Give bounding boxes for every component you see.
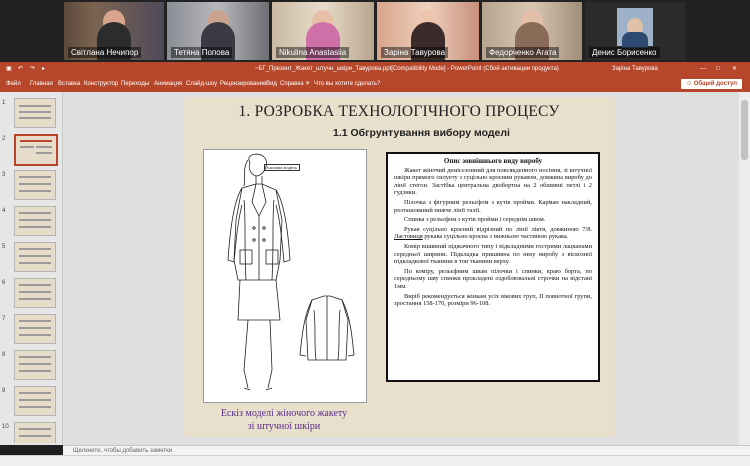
tab-view[interactable]: Вид bbox=[266, 76, 277, 92]
thumbnail-number: 4 bbox=[2, 208, 6, 214]
tab-slideshow[interactable]: Слайд-шоу bbox=[186, 76, 217, 92]
participant-tile[interactable]: Nikulina Anastasiia bbox=[272, 2, 374, 60]
undo-icon[interactable]: ↶ bbox=[18, 62, 23, 76]
tab-home[interactable]: Главная bbox=[30, 76, 53, 92]
maximize-icon[interactable]: □ bbox=[716, 62, 720, 76]
video-participants-strip: Світлана Нечипор Тетяна Попова Nikulina … bbox=[0, 0, 750, 62]
participant-name: Заріна Тавурова bbox=[381, 47, 449, 58]
tab-design[interactable]: Конструктор bbox=[84, 76, 118, 92]
slideshow-icon[interactable]: ▸ bbox=[42, 62, 45, 76]
description-paragraph: Жакет жіночий демісезонний для повсякден… bbox=[394, 166, 592, 197]
participant-tile[interactable]: Федорченко Агата bbox=[482, 2, 582, 60]
thumbnail-number: 9 bbox=[2, 388, 6, 394]
slide-thumbnail[interactable] bbox=[14, 422, 56, 443]
participant-name: Nikulina Anastasiia bbox=[276, 47, 350, 58]
slide-thumbnail[interactable] bbox=[14, 170, 56, 200]
slide-canvas[interactable]: 1. РОЗРОБКА ТЕХНОЛОГІЧНОГО ПРОЦЕСУ 1.1 О… bbox=[183, 97, 615, 437]
slide-thumbnail[interactable] bbox=[14, 314, 56, 344]
slide-title[interactable]: 1. РОЗРОБКА ТЕХНОЛОГІЧНОГО ПРОЦЕСУ bbox=[183, 103, 615, 121]
slide-thumbnail[interactable] bbox=[14, 350, 56, 380]
slide-subtitle[interactable]: 1.1 Обгрунтування вибору моделі bbox=[333, 127, 510, 139]
spellcheck-underlined-word: Ластовиця bbox=[394, 233, 423, 241]
save-icon[interactable]: ▣ bbox=[6, 62, 12, 76]
slide-thumbnail[interactable] bbox=[14, 98, 56, 128]
participant-body bbox=[622, 32, 648, 48]
description-paragraph: По коміру, рельєфним швам пілочки і спин… bbox=[394, 267, 592, 290]
document-title: ~БГ_Презент_Жакет_штучн_шкіри_Тавурова.p… bbox=[255, 66, 559, 72]
tab-animations[interactable]: Анимация bbox=[154, 76, 182, 92]
description-paragraph: Пілочка з фігурним рельєфом з кутів прой… bbox=[394, 198, 592, 214]
tab-file[interactable]: Файл bbox=[6, 76, 21, 92]
description-text: рукава суцільно кроєна з нижньою частино… bbox=[422, 233, 569, 241]
tab-review[interactable]: Рецензирование bbox=[220, 76, 266, 92]
description-paragraph: Спинка з рельєфом з кутів пройми і серед… bbox=[404, 216, 546, 224]
notes-pane[interactable]: Щелкните, чтобы добавить заметки bbox=[63, 445, 750, 455]
description-heading: Опис зовнішнього виду виробу bbox=[443, 157, 543, 165]
description-paragraph: Комір вшивний піджачного типу і відкладн… bbox=[394, 242, 592, 266]
share-label: Общий доступ bbox=[693, 81, 737, 87]
participant-name: Федорченко Агата bbox=[486, 47, 560, 58]
description-text: Рукав суцільно кроєний відрізний по ліні… bbox=[404, 225, 592, 233]
user-name[interactable]: Заріна Тавурова bbox=[612, 62, 658, 76]
caption-line: Ескіз моделі жіночого жакету bbox=[220, 408, 348, 419]
jacket-sketch-drawing bbox=[227, 153, 355, 391]
jacket-sketch-image[interactable]: Базоваа модель bbox=[203, 149, 367, 403]
close-icon[interactable]: ✕ bbox=[732, 62, 737, 76]
participant-tile[interactable]: Тетяна Попова bbox=[167, 2, 269, 60]
description-paragraph: Рукав суцільно кроєний відрізний по ліні… bbox=[394, 226, 592, 241]
powerpoint-title-bar: ▣ ↶ ↷ ▸ ~БГ_Презент_Жакет_штучн_шкіри_Та… bbox=[0, 62, 750, 76]
slide-thumbnail[interactable] bbox=[14, 206, 56, 236]
status-bar bbox=[0, 455, 750, 466]
slide-thumbnail[interactable] bbox=[14, 386, 56, 416]
thumbnail-number: 1 bbox=[2, 100, 6, 106]
participant-name: Світлана Нечипор bbox=[68, 47, 142, 58]
sketch-caption[interactable]: Ескіз моделі жіночого жакету зі штучної … bbox=[183, 407, 385, 433]
description-paragraph: Виріб рекомендується жінкам усіх вікових… bbox=[394, 292, 592, 308]
thumbnail-number: 8 bbox=[2, 352, 6, 358]
minimize-icon[interactable]: — bbox=[700, 62, 706, 76]
participant-tile[interactable]: Світлана Нечипор bbox=[64, 2, 164, 60]
caption-line: зі штучної шкіри bbox=[247, 421, 321, 432]
share-button[interactable]: ☺ Общий доступ bbox=[680, 79, 742, 89]
participant-name: Тетяна Попова bbox=[171, 47, 233, 58]
tab-transitions[interactable]: Переходы bbox=[121, 76, 149, 92]
participant-tile-active-speaker[interactable]: Заріна Тавурова bbox=[377, 2, 479, 60]
slide-thumbnail-panel[interactable]: 1 2 3 4 5 6 7 8 9 10 bbox=[0, 92, 63, 445]
scrollbar-thumb[interactable] bbox=[741, 100, 748, 160]
thumbnail-number: 10 bbox=[2, 424, 9, 430]
thumbnail-number: 3 bbox=[2, 172, 6, 178]
share-icon: ☺ bbox=[685, 81, 694, 87]
thumbnail-number: 2 bbox=[2, 136, 6, 142]
thumbnail-number: 6 bbox=[2, 280, 6, 286]
lightbulb-icon: ☀ bbox=[305, 81, 311, 87]
participant-name: Денис Борисенко bbox=[589, 47, 660, 58]
participant-tile[interactable]: Денис Борисенко bbox=[585, 2, 685, 60]
redo-icon[interactable]: ↷ bbox=[30, 62, 35, 76]
tell-me-search[interactable]: Что вы хотите сделать? bbox=[314, 76, 380, 92]
product-description-textbox[interactable]: Опис зовнішнього виду виробу Жакет жіноч… bbox=[386, 152, 600, 382]
slide-thumbnail-selected[interactable] bbox=[14, 134, 58, 166]
tab-help[interactable]: Справка bbox=[280, 76, 304, 92]
slide-thumbnail[interactable] bbox=[14, 278, 56, 308]
ribbon-tab-bar: Файл Главная Вставка Конструктор Переход… bbox=[0, 76, 750, 92]
thumbnail-number: 5 bbox=[2, 244, 6, 250]
thumbnail-number: 7 bbox=[2, 316, 6, 322]
tab-insert[interactable]: Вставка bbox=[58, 76, 80, 92]
slide-thumbnail[interactable] bbox=[14, 242, 56, 272]
